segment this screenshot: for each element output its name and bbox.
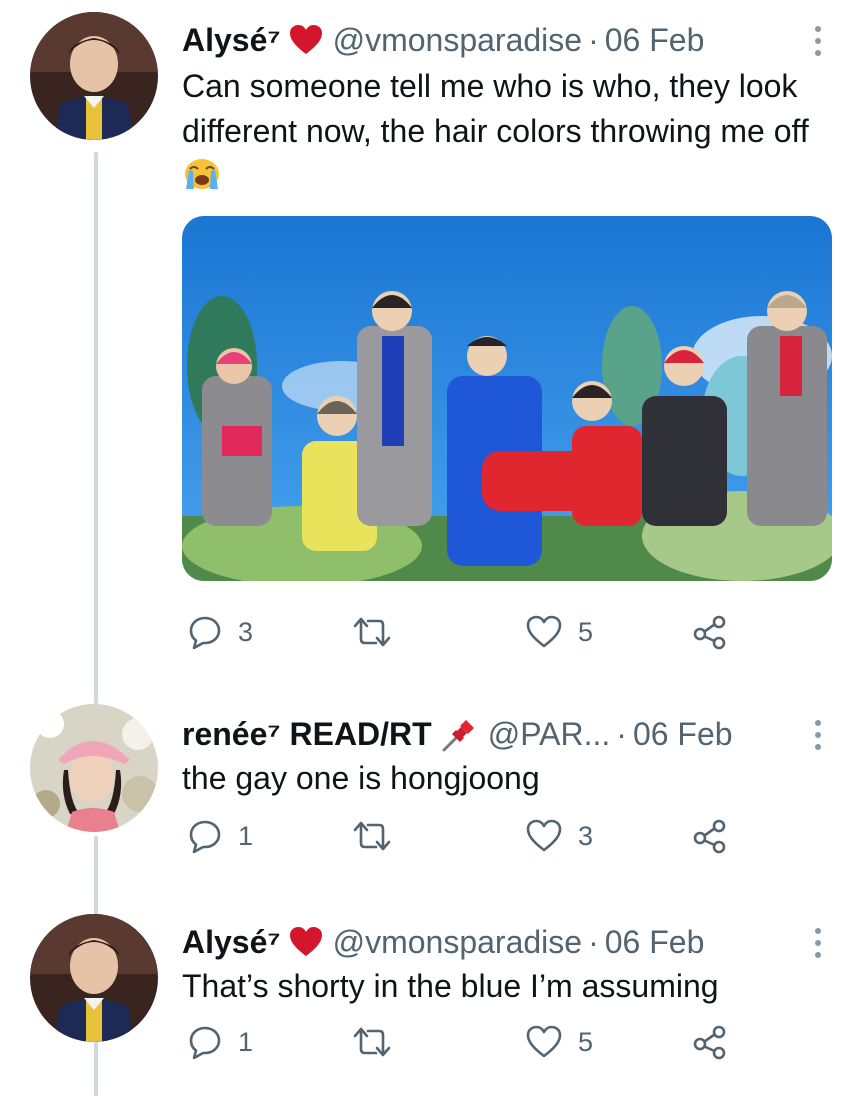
- user-handle[interactable]: @vmonsparadise: [333, 22, 582, 59]
- tweet-header: Alysé⁷ @vmonsparadise · 06 Feb: [182, 920, 841, 964]
- separator-dot: ·: [588, 923, 599, 960]
- display-name[interactable]: renée⁷ READ/RT: [182, 716, 432, 753]
- like-count: 5: [578, 1026, 594, 1057]
- share-button[interactable]: [692, 1020, 728, 1064]
- display-name[interactable]: Alysé⁷: [182, 22, 281, 59]
- separator-dot: ·: [588, 21, 599, 58]
- reply-icon: [189, 616, 221, 649]
- like-button[interactable]: 5: [526, 610, 593, 654]
- like-button[interactable]: 3: [526, 814, 593, 858]
- like-button[interactable]: 5: [526, 1020, 593, 1064]
- retweet-icon: [353, 1027, 391, 1057]
- tweet-media-image[interactable]: [182, 216, 832, 581]
- retweet-icon: [353, 617, 391, 647]
- tweet-header: Alysé⁷ @vmonsparadise · 06 Feb: [182, 18, 841, 62]
- tweet-text: Can someone tell me who is who, they loo…: [182, 64, 831, 199]
- reply-count: 1: [238, 820, 254, 851]
- like-count: 5: [578, 616, 594, 647]
- user-handle[interactable]: @vmonsparadise: [333, 924, 582, 961]
- tweet-actions: 3 5: [182, 610, 742, 654]
- heart-outline-icon: [526, 615, 562, 648]
- share-button[interactable]: [692, 610, 728, 654]
- red-heart-icon: [289, 927, 322, 956]
- tweet[interactable]: Alysé⁷ @vmonsparadise · 06 Feb Can someo…: [0, 0, 861, 690]
- share-button[interactable]: [692, 814, 728, 858]
- separator-dot: ·: [616, 715, 627, 752]
- more-options-icon[interactable]: [815, 720, 823, 750]
- reply-button[interactable]: 3: [188, 610, 253, 654]
- retweet-icon: [353, 821, 391, 851]
- more-options-icon[interactable]: [815, 928, 823, 958]
- user-handle[interactable]: @PAR...: [488, 716, 611, 753]
- share-icon: [693, 615, 726, 650]
- tweet-actions: 1 3: [182, 814, 742, 858]
- tweet-date[interactable]: 06 Feb: [605, 924, 705, 961]
- retweet-button[interactable]: [352, 610, 408, 654]
- share-icon: [693, 819, 726, 854]
- avatar[interactable]: [30, 12, 158, 140]
- tweet-text: That’s shorty in the blue I’m assuming: [182, 968, 719, 1004]
- tweet-actions: 1 5: [182, 1020, 742, 1064]
- heart-outline-icon: [526, 819, 562, 852]
- heart-outline-icon: [526, 1025, 562, 1058]
- retweet-button[interactable]: [352, 1020, 408, 1064]
- display-name[interactable]: Alysé⁷: [182, 924, 281, 961]
- loudly-crying-face-icon: [185, 159, 219, 189]
- avatar[interactable]: [30, 704, 158, 832]
- tweet[interactable]: renée⁷ READ/RT @PAR... · 06 Feb the gay …: [0, 690, 861, 900]
- retweet-button[interactable]: [352, 814, 408, 858]
- tweet-date[interactable]: 06 Feb: [605, 22, 705, 59]
- reply-icon: [189, 820, 221, 853]
- red-heart-icon: [289, 25, 322, 54]
- share-icon: [693, 1025, 726, 1060]
- reply-button[interactable]: 1: [188, 814, 253, 858]
- tweet-text: the gay one is hongjoong: [182, 760, 540, 796]
- more-options-icon[interactable]: [815, 26, 823, 56]
- avatar[interactable]: [30, 914, 158, 1042]
- reply-count: 1: [238, 1026, 254, 1057]
- reply-button[interactable]: 1: [188, 1020, 253, 1064]
- tweet-header: renée⁷ READ/RT @PAR... · 06 Feb: [182, 712, 841, 756]
- reply-icon: [189, 1026, 221, 1059]
- like-count: 3: [578, 820, 594, 851]
- pushpin-icon: [442, 720, 474, 752]
- tweet-date[interactable]: 06 Feb: [633, 716, 733, 753]
- reply-count: 3: [238, 616, 254, 647]
- tweet[interactable]: Alysé⁷ @vmonsparadise · 06 Feb That’s sh…: [0, 900, 861, 1096]
